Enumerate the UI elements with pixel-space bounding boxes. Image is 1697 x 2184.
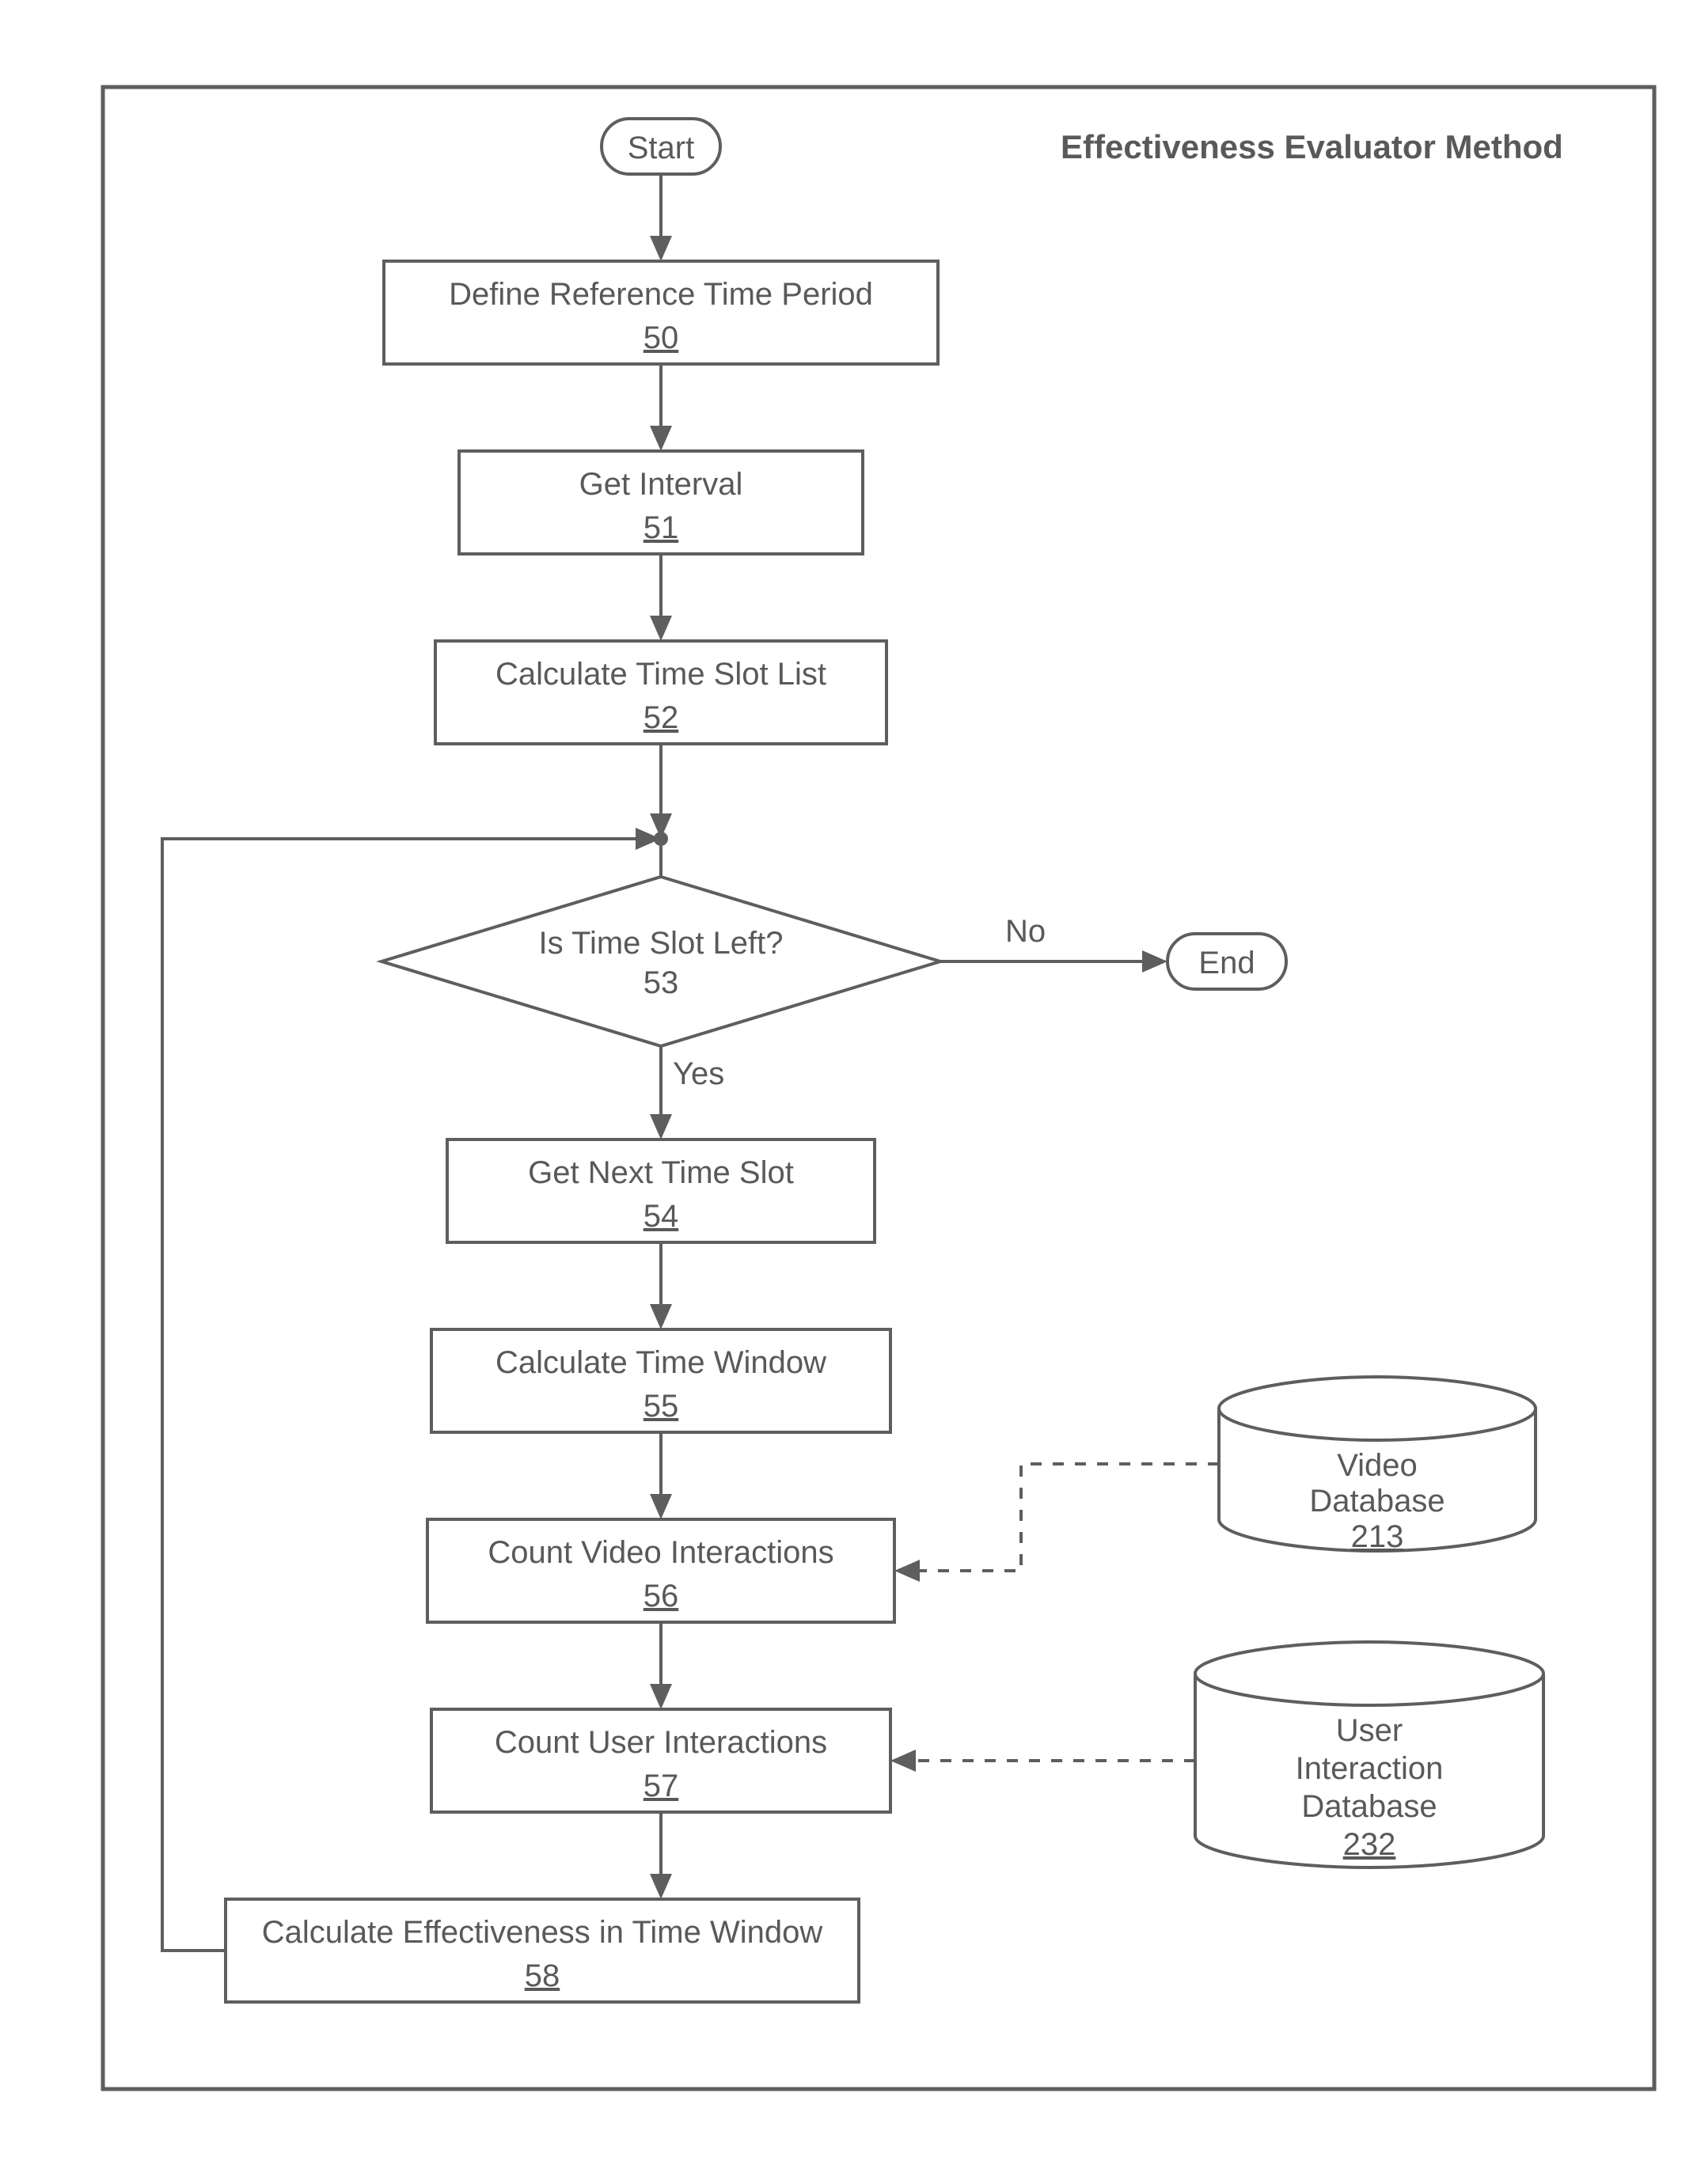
n51-label: Get Interval xyxy=(579,467,743,502)
process-calculate-time-slot-list: Calculate Time Slot List 52 xyxy=(435,641,886,744)
process-get-next-time-slot: Get Next Time Slot 54 xyxy=(447,1139,875,1242)
n57-ref: 57 xyxy=(643,1769,679,1803)
database-video: Video Database 213 xyxy=(1219,1377,1536,1554)
n58-ref: 58 xyxy=(525,1958,560,1993)
database-user-interaction: User Interaction Database 232 xyxy=(1195,1642,1543,1867)
n55-ref: 55 xyxy=(643,1389,679,1424)
edge-yes-label: Yes xyxy=(673,1056,724,1091)
process-get-interval: Get Interval 51 xyxy=(459,451,863,554)
n56-ref: 56 xyxy=(643,1579,679,1613)
n54-ref: 54 xyxy=(643,1199,679,1234)
n50-label: Define Reference Time Period xyxy=(449,277,873,312)
flowchart-diagram: Effectiveness Evaluator Method Start Def… xyxy=(32,32,1697,2152)
diagram-title: Effectiveness Evaluator Method xyxy=(1061,128,1563,165)
start-label: Start xyxy=(628,131,694,165)
n52-ref: 52 xyxy=(643,700,679,735)
process-calculate-effectiveness: Calculate Effectiveness in Time Window 5… xyxy=(226,1899,859,2002)
end-terminal: End xyxy=(1167,934,1286,989)
n55-label: Calculate Time Window xyxy=(495,1345,826,1380)
n57-label: Count User Interactions xyxy=(495,1725,827,1760)
start-terminal: Start xyxy=(602,119,720,174)
process-count-video-interactions: Count Video Interactions 56 xyxy=(427,1519,894,1622)
n54-label: Get Next Time Slot xyxy=(528,1155,794,1190)
d213-line1: Video xyxy=(1337,1448,1418,1483)
n51-ref: 51 xyxy=(643,510,679,545)
end-label: End xyxy=(1198,946,1255,980)
edge-no-label: No xyxy=(1005,914,1046,949)
d213-ref: 213 xyxy=(1351,1519,1404,1554)
n52-label: Calculate Time Slot List xyxy=(495,657,826,692)
process-count-user-interactions: Count User Interactions 57 xyxy=(431,1709,890,1812)
d232-line3: Database xyxy=(1301,1789,1437,1824)
n53-ref: 53 xyxy=(643,965,679,1000)
decision-is-time-slot-left: Is Time Slot Left? 53 xyxy=(382,877,940,1046)
n50-ref: 50 xyxy=(643,320,679,355)
n53-label: Is Time Slot Left? xyxy=(538,926,783,961)
d232-ref: 232 xyxy=(1343,1827,1396,1862)
d232-line2: Interaction xyxy=(1296,1751,1444,1786)
n58-label: Calculate Effectiveness in Time Window xyxy=(262,1915,823,1950)
d213-line2: Database xyxy=(1309,1484,1445,1519)
d232-line1: User xyxy=(1336,1713,1403,1748)
process-define-reference-time-period: Define Reference Time Period 50 xyxy=(384,261,938,364)
process-calculate-time-window: Calculate Time Window 55 xyxy=(431,1329,890,1432)
n56-label: Count Video Interactions xyxy=(488,1535,833,1570)
